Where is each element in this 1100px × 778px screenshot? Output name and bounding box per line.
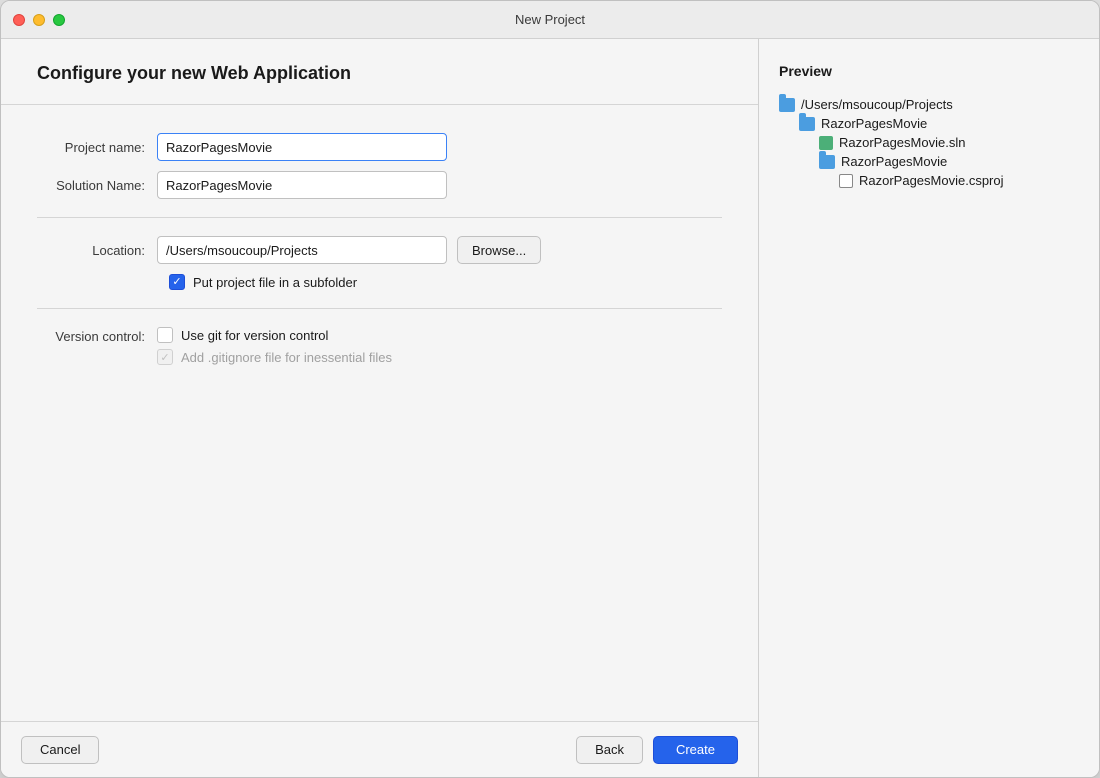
use-git-checkbox[interactable] [157, 327, 173, 343]
solution-name-label: Solution Name: [37, 178, 157, 193]
tree-label: RazorPagesMovie [841, 154, 947, 169]
folder-icon [779, 98, 795, 112]
list-item: /Users/msoucoup/Projects [779, 95, 1079, 114]
subfolder-row: ✓ Put project file in a subfolder [169, 274, 722, 290]
csproj-icon [839, 174, 853, 188]
file-tree: /Users/msoucoup/Projects RazorPagesMovie… [779, 95, 1079, 190]
tree-label: RazorPagesMovie.csproj [859, 173, 1004, 188]
footer: Cancel Back Create [1, 721, 758, 777]
minimize-button[interactable] [33, 14, 45, 26]
tree-label: RazorPagesMovie [821, 116, 927, 131]
list-item: RazorPagesMovie [779, 152, 1079, 171]
form-area: Project name: Solution Name: Location: B… [1, 105, 758, 721]
titlebar: New Project [1, 1, 1099, 39]
footer-right: Back Create [576, 736, 738, 764]
solution-name-input[interactable] [157, 171, 447, 199]
traffic-lights [13, 14, 65, 26]
close-button[interactable] [13, 14, 25, 26]
list-item: RazorPagesMovie.sln [779, 133, 1079, 152]
list-item: RazorPagesMovie [779, 114, 1079, 133]
maximize-button[interactable] [53, 14, 65, 26]
solution-name-row: Solution Name: [37, 171, 722, 199]
new-project-window: New Project Configure your new Web Appli… [0, 0, 1100, 778]
use-git-row: Use git for version control [157, 327, 392, 343]
gitignore-checkbox: ✓ [157, 349, 173, 365]
divider-1 [37, 217, 722, 218]
location-row: Location: Browse... [37, 236, 722, 264]
solution-icon [819, 136, 833, 150]
gitignore-row: ✓ Add .gitignore file for inessential fi… [157, 349, 392, 365]
main-header: Configure your new Web Application [1, 39, 758, 105]
main-panel: Configure your new Web Application Proje… [1, 39, 759, 777]
tree-label: /Users/msoucoup/Projects [801, 97, 953, 112]
preview-panel: Preview /Users/msoucoup/Projects RazorPa… [759, 39, 1099, 777]
window-title: New Project [515, 12, 585, 27]
subfolder-checkbox[interactable]: ✓ [169, 274, 185, 290]
create-button[interactable]: Create [653, 736, 738, 764]
preview-title: Preview [779, 63, 1079, 79]
checkmark-disabled-icon: ✓ [160, 351, 169, 364]
checkmark-icon: ✓ [172, 277, 181, 288]
subfolder-label: Put project file in a subfolder [193, 275, 357, 290]
folder-icon [799, 117, 815, 131]
project-name-input[interactable] [157, 133, 447, 161]
location-label: Location: [37, 243, 157, 258]
back-button[interactable]: Back [576, 736, 643, 764]
page-title: Configure your new Web Application [37, 63, 722, 84]
gitignore-label: Add .gitignore file for inessential file… [181, 350, 392, 365]
location-input[interactable] [157, 236, 447, 264]
browse-button[interactable]: Browse... [457, 236, 541, 264]
divider-2 [37, 308, 722, 309]
tree-label: RazorPagesMovie.sln [839, 135, 965, 150]
folder-icon [819, 155, 835, 169]
content-area: Configure your new Web Application Proje… [1, 39, 1099, 777]
version-control-row: Version control: Use git for version con… [37, 327, 722, 365]
version-control-label: Version control: [37, 327, 157, 344]
list-item: RazorPagesMovie.csproj [779, 171, 1079, 190]
project-name-row: Project name: [37, 133, 722, 161]
use-git-label: Use git for version control [181, 328, 328, 343]
version-controls: Use git for version control ✓ Add .gitig… [157, 327, 392, 365]
project-name-label: Project name: [37, 140, 157, 155]
cancel-button[interactable]: Cancel [21, 736, 99, 764]
